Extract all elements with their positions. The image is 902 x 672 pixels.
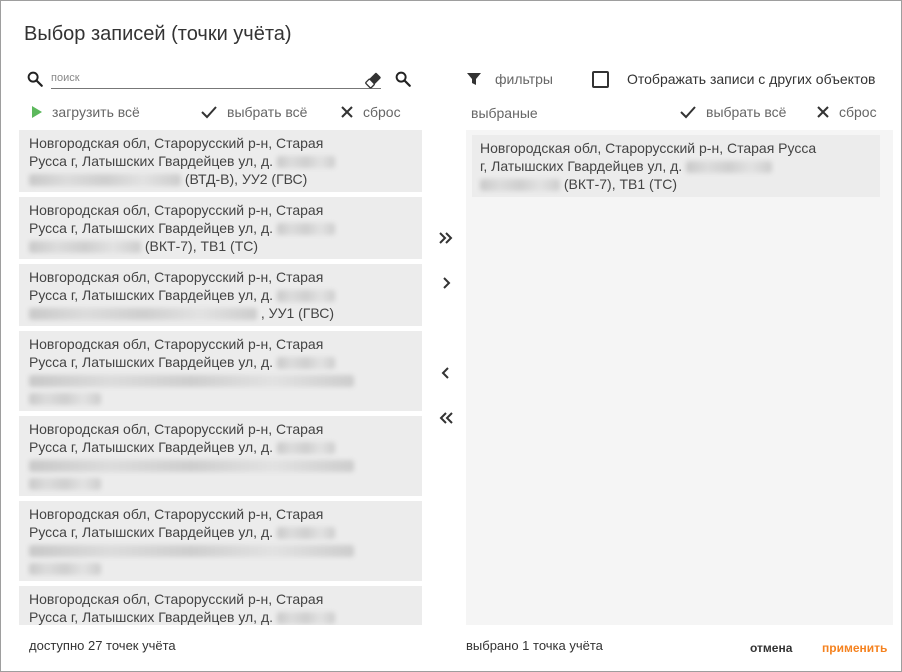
selected-header: выбраные bbox=[471, 102, 538, 124]
load-all-button[interactable]: загрузить всё bbox=[31, 104, 140, 120]
item-line-2: Русса г, Латышских Гвардейцев ул, д. bbox=[29, 153, 274, 169]
show-other-label: Отображать записи с других объектов bbox=[627, 71, 876, 87]
move-left-button[interactable] bbox=[433, 360, 459, 386]
item-line-1: Новгородская обл, Старорусский р-н, Стар… bbox=[29, 135, 324, 151]
list-item[interactable]: Новгородская обл, Старорусский р-н, Стар… bbox=[472, 135, 880, 197]
reset-button-left[interactable]: сброс bbox=[340, 104, 401, 120]
show-other-objects-toggle[interactable]: Отображать записи с других объектов bbox=[592, 67, 875, 91]
reset-label: сброс bbox=[363, 104, 401, 120]
right-reset: сброс bbox=[816, 101, 877, 123]
check-icon bbox=[201, 106, 217, 119]
list-item[interactable]: Новгородская обл, Старорусский р-н, Стар… bbox=[19, 331, 422, 411]
search-row bbox=[24, 67, 416, 93]
left-reset: сброс bbox=[340, 101, 401, 123]
select-all-label: выбрать всё bbox=[706, 104, 787, 120]
item-line-1: Новгородская обл, Старорусский р-н, Стар… bbox=[29, 336, 324, 352]
cancel-button[interactable]: отмена bbox=[750, 641, 792, 655]
item-line-2: Русса г, Латышских Гвардейцев ул, д. bbox=[29, 439, 274, 455]
load-all-label: загрузить всё bbox=[52, 104, 140, 120]
selected-count: выбрано 1 точка учёта bbox=[466, 638, 603, 653]
item-line-3: (ВТД-В), УУ2 (ГВС) bbox=[184, 171, 308, 187]
apply-button[interactable]: применить bbox=[822, 641, 887, 655]
right-select-all: выбрать всё bbox=[679, 101, 786, 123]
select-all-label: выбрать всё bbox=[227, 104, 308, 120]
close-icon bbox=[341, 106, 353, 118]
move-all-left-button[interactable] bbox=[433, 405, 459, 431]
selected-list: Новгородская обл, Старорусский р-н, Стар… bbox=[466, 130, 893, 625]
reset-button-right[interactable]: сброс bbox=[816, 104, 877, 120]
item-line-3: , УУ1 (ГВС) bbox=[260, 305, 335, 321]
double-chevron-right-icon bbox=[439, 232, 453, 244]
item-line-1: Новгородская обл, Старорусский р-н, Стар… bbox=[29, 202, 324, 218]
reset-label: сброс bbox=[839, 104, 877, 120]
check-icon bbox=[680, 106, 696, 119]
item-line-3: (ВКТ-7), ТВ1 (ТС) bbox=[563, 176, 678, 192]
available-list: Новгородская обл, Старорусский р-н, Стар… bbox=[19, 130, 422, 625]
selected-label: выбраные bbox=[471, 105, 538, 121]
item-line-1: Новгородская обл, Старорусский р-н, Стар… bbox=[480, 140, 817, 156]
item-line-1: Новгородская обл, Старорусский р-н, Стар… bbox=[29, 506, 324, 522]
item-line-1: Новгородская обл, Старорусский р-н, Стар… bbox=[29, 421, 324, 437]
item-line-3: (ВКТ-7), ТВ1 (ТС) bbox=[144, 238, 259, 254]
item-line-2: Русса г, Латышских Гвардейцев ул, д. bbox=[29, 609, 274, 625]
list-item[interactable]: Новгородская обл, Старорусский р-н, Стар… bbox=[19, 501, 422, 581]
play-icon bbox=[32, 106, 42, 118]
search-input[interactable] bbox=[51, 69, 381, 89]
double-chevron-left-icon bbox=[439, 412, 453, 424]
list-item[interactable]: Новгородская обл, Старорусский р-н, Стар… bbox=[19, 197, 422, 259]
search-icon bbox=[27, 71, 43, 87]
item-line-2: Русса г, Латышских Гвардейцев ул, д. bbox=[29, 524, 274, 540]
left-actions: загрузить всё bbox=[31, 101, 140, 123]
list-item[interactable]: Новгородская обл, Старорусский р-н, Стар… bbox=[19, 130, 422, 192]
show-other-checkbox[interactable] bbox=[592, 70, 609, 88]
select-all-button-left[interactable]: выбрать всё bbox=[200, 104, 307, 120]
move-right-button[interactable] bbox=[433, 270, 459, 296]
eraser-icon[interactable] bbox=[363, 70, 383, 90]
chevron-right-icon bbox=[443, 277, 451, 289]
item-line-1: Новгородская обл, Старорусский р-н, Стар… bbox=[29, 591, 324, 607]
search-button-icon[interactable] bbox=[394, 70, 412, 88]
filter-icon bbox=[467, 73, 481, 85]
close-icon bbox=[817, 106, 829, 118]
select-all-button-right[interactable]: выбрать всё bbox=[679, 104, 786, 120]
left-select-all: выбрать всё bbox=[200, 101, 307, 123]
dialog-title: Выбор записей (точки учёта) bbox=[24, 23, 292, 45]
item-line-2: Русса г, Латышских Гвардейцев ул, д. bbox=[29, 287, 274, 303]
list-item[interactable]: Новгородская обл, Старорусский р-н, Стар… bbox=[19, 586, 422, 625]
chevron-left-icon bbox=[441, 367, 449, 379]
dialog: Выбор записей (точки учёта) загрузить вс… bbox=[0, 0, 902, 672]
move-all-right-button[interactable] bbox=[433, 225, 459, 251]
filters-label: фильтры bbox=[495, 71, 553, 87]
item-line-1: Новгородская обл, Старорусский р-н, Стар… bbox=[29, 269, 324, 285]
item-line-2: Русса г, Латышских Гвардейцев ул, д. bbox=[29, 220, 274, 236]
list-item[interactable]: Новгородская обл, Старорусский р-н, Стар… bbox=[19, 416, 422, 496]
filters-button[interactable]: фильтры bbox=[466, 67, 553, 91]
item-line-2: Русса г, Латышских Гвардейцев ул, д. bbox=[29, 354, 274, 370]
list-item[interactable]: Новгородская обл, Старорусский р-н, Стар… bbox=[19, 264, 422, 326]
item-line-2: г, Латышских Гвардейцев ул, д. bbox=[480, 158, 683, 174]
available-count: доступно 27 точек учёта bbox=[29, 638, 176, 653]
